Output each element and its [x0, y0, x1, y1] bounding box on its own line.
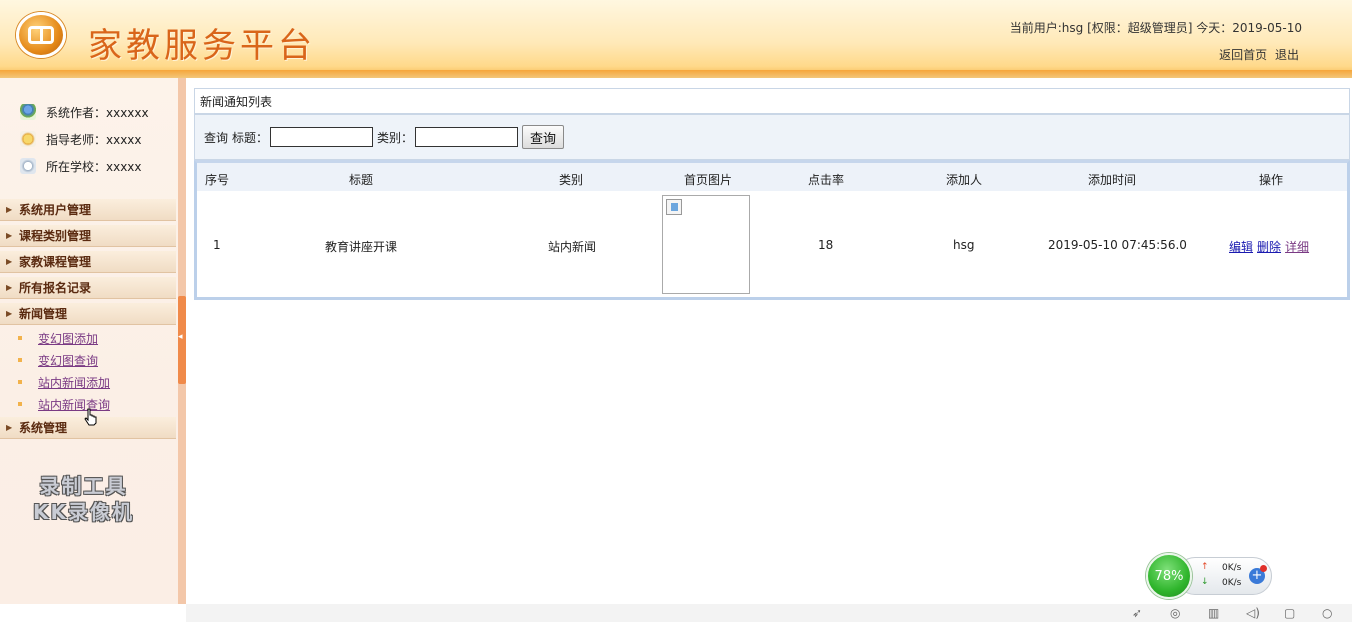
header-title: 标题 [349, 173, 374, 187]
submenu-item-news-add: 站内新闻添加 [18, 374, 110, 390]
bullet-icon [18, 402, 22, 406]
sidebar-collapse-handle[interactable] [178, 296, 186, 384]
submenu-link[interactable]: 变幻图添加 [38, 330, 98, 347]
header-category: 类别 [559, 173, 584, 187]
user-icon [20, 104, 36, 120]
header-clicks: 点击率 [808, 173, 845, 187]
network-speed-widget[interactable]: 78% ↑ ↓ 0K/s 0K/s + [1146, 553, 1274, 599]
cell-image [662, 195, 750, 294]
menu-label: 系统用户管理 [19, 203, 92, 217]
submenu-item-slideshow-add: 变幻图添加 [18, 330, 98, 346]
cell-added-by: hsg [953, 238, 975, 252]
bullet-icon [18, 358, 22, 362]
caret-right-icon: ▶ [6, 231, 13, 240]
title-label: 标题： [232, 130, 269, 145]
search-icon[interactable]: ○ [1322, 606, 1332, 620]
caret-right-icon: ▶ [6, 423, 13, 432]
menu-label: 系统管理 [19, 421, 68, 435]
news-table: 序号 标题 类别 首页图片 点击率 添加人 添加时间 操作 1 教育讲座开课 站… [194, 160, 1350, 300]
header-ops: 操作 [1259, 173, 1284, 187]
cell-title: 教育讲座开课 [325, 240, 398, 254]
author-label: 系统作者：xxxxxx [46, 105, 149, 120]
header: 家教服务平台 当前用户:hsg [权限：超级管理员] 今天：2019-05-10… [0, 0, 1352, 78]
category-search-input[interactable] [415, 127, 519, 147]
search-button[interactable]: 查询 [522, 125, 565, 149]
cell-clicks: 18 [818, 238, 834, 252]
rocket-icon[interactable]: ➶ [1132, 606, 1142, 620]
download-rate: 0K/s [1222, 578, 1242, 588]
caret-right-icon: ▶ [6, 309, 13, 318]
caret-right-icon: ▶ [6, 205, 13, 214]
bullet-icon [18, 380, 22, 384]
cell-no: 1 [213, 238, 221, 252]
submenu-link[interactable]: 站内新闻添加 [38, 374, 110, 391]
title-search-input[interactable] [270, 127, 374, 147]
header-added-by: 添加人 [946, 173, 983, 187]
cell-category: 站内新闻 [548, 240, 597, 254]
volume-icon[interactable]: ◁) [1246, 606, 1260, 620]
broken-image-icon [666, 199, 682, 215]
window-icon[interactable]: ▢ [1284, 606, 1295, 620]
edit-link[interactable]: 编辑 [1229, 240, 1253, 254]
logo-icon [16, 12, 66, 58]
current-user-info: 当前用户:hsg [权限：超级管理员] 今天：2019-05-10 [1009, 21, 1302, 35]
menu-label: 新闻管理 [19, 307, 68, 321]
hand-cursor-icon [84, 408, 97, 426]
search-query-label: 查询 [204, 130, 229, 145]
header-divider [0, 70, 1352, 78]
submenu-link[interactable]: 站内新闻查询 [38, 396, 110, 413]
search-bar: 查询 标题： 类别： 查询 [194, 114, 1350, 160]
caret-right-icon: ▶ [6, 283, 13, 292]
menu-label: 课程类别管理 [19, 229, 92, 243]
header-no: 序号 [205, 173, 230, 187]
recorder-watermark: 录制工具 KK录像机 [33, 473, 134, 525]
bottom-toolbar: ➶ ◎ ▥ ◁) ▢ ○ [186, 604, 1352, 622]
upload-rate: 0K/s [1222, 563, 1242, 573]
cell-ops: 编辑 删除 详细 [1225, 238, 1309, 255]
header-added-time: 添加时间 [1088, 173, 1137, 187]
menu-tutoring-courses[interactable]: ▶ 家教课程管理 [0, 251, 176, 273]
download-arrow-icon: ↓ [1201, 577, 1209, 587]
school-label: 所在学校：xxxxx [46, 159, 142, 174]
bullet-icon [18, 336, 22, 340]
category-label: 类别： [377, 130, 414, 145]
author-info: 系统作者：xxxxxx [20, 104, 149, 120]
trash-icon[interactable]: ▥ [1208, 606, 1219, 620]
logout-link[interactable]: 退出 [1275, 48, 1299, 62]
accelerate-icon[interactable]: + [1249, 565, 1267, 584]
menu-news-management[interactable]: ▶ 新闻管理 [0, 303, 176, 325]
panel-title: 新闻通知列表 [194, 88, 1350, 114]
delete-link[interactable]: 删除 [1257, 240, 1281, 254]
compass-icon[interactable]: ◎ [1170, 606, 1180, 620]
header-image: 首页图片 [684, 173, 733, 187]
school-info: 所在学校：xxxxx [20, 158, 142, 174]
watermark-line-1: 录制工具 [39, 474, 128, 498]
submenu-link[interactable]: 变幻图查询 [38, 352, 98, 369]
memory-usage-ball[interactable]: 78% [1146, 553, 1192, 599]
upload-arrow-icon: ↑ [1201, 562, 1209, 572]
caret-right-icon: ▶ [6, 257, 13, 266]
menu-label: 家教课程管理 [19, 255, 92, 269]
menu-system-users[interactable]: ▶ 系统用户管理 [0, 199, 176, 221]
submenu-item-slideshow-query: 变幻图查询 [18, 352, 98, 368]
teacher-label: 指导老师：xxxxx [46, 132, 142, 147]
teacher-icon [20, 131, 36, 147]
menu-enrollment-records[interactable]: ▶ 所有报名记录 [0, 277, 176, 299]
cell-added-time: 2019-05-10 07:45:56.0 [1048, 238, 1187, 252]
menu-label: 所有报名记录 [19, 281, 92, 295]
home-link[interactable]: 返回首页 [1219, 48, 1267, 62]
table-header: 序号 标题 类别 首页图片 点击率 添加人 添加时间 操作 [197, 163, 1347, 191]
top-links: 返回首页 退出 [1215, 46, 1299, 63]
app-title: 家教服务平台 [88, 26, 316, 66]
menu-course-category[interactable]: ▶ 课程类别管理 [0, 225, 176, 247]
school-icon [20, 158, 36, 174]
detail-link[interactable]: 详细 [1285, 240, 1309, 254]
teacher-info: 指导老师：xxxxx [20, 131, 142, 147]
table-row: 1 教育讲座开课 站内新闻 18 hsg 2019-05-10 07:45:56… [197, 191, 1347, 297]
watermark-line-2: KK录像机 [33, 500, 134, 524]
